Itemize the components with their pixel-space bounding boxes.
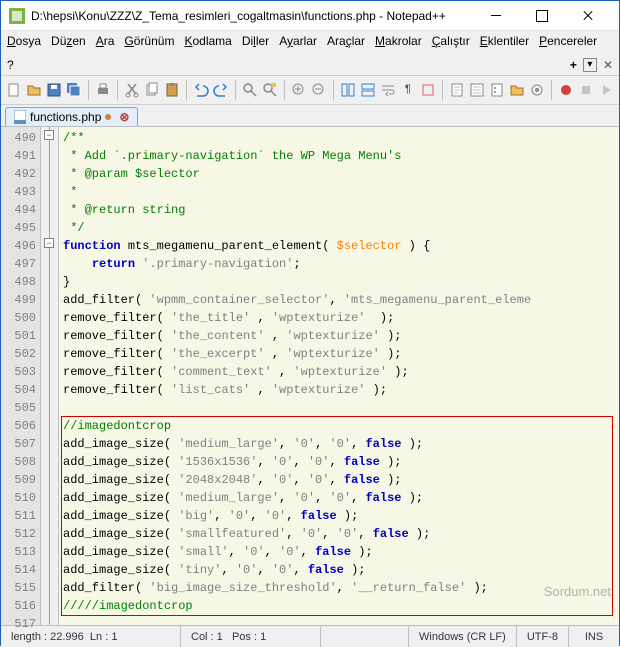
highlight-box — [61, 416, 613, 616]
menu-dropdown[interactable]: ▾ — [583, 58, 597, 72]
zoom-in-button[interactable] — [290, 79, 308, 101]
redo-button[interactable] — [212, 79, 230, 101]
monitor-button[interactable] — [528, 79, 546, 101]
save-all-button[interactable] — [65, 79, 83, 101]
doc-list-button[interactable] — [468, 79, 486, 101]
sync-v-button[interactable] — [339, 79, 357, 101]
tab-close-icon[interactable]: ⊗ — [119, 110, 129, 124]
status-encoding[interactable]: UTF-8 — [517, 626, 569, 647]
paste-button[interactable] — [163, 79, 181, 101]
editor-area[interactable]: 490 491 492 493 494 495 496 497 498 499 … — [1, 127, 619, 625]
status-col: Col : 1 Pos : 1 — [181, 626, 321, 647]
record-macro-button[interactable] — [557, 79, 575, 101]
code-area[interactable]: /** * Add `.primary-navigation` the WP M… — [59, 127, 619, 625]
menu-kodlama[interactable]: Kodlama — [184, 34, 231, 48]
line-numbers: 490 491 492 493 494 495 496 497 498 499 … — [1, 127, 41, 625]
status-spacer — [321, 626, 409, 647]
app-icon — [9, 8, 25, 24]
status-eol[interactable]: Windows (CR LF) — [409, 626, 517, 647]
undo-button[interactable] — [192, 79, 210, 101]
menu-eklentiler[interactable]: Eklentiler — [480, 34, 529, 48]
menu-diller[interactable]: Diller — [242, 34, 269, 48]
tab-bar: functions.php ⊗ — [1, 105, 619, 127]
stop-macro-button[interactable] — [577, 79, 595, 101]
open-file-button[interactable] — [25, 79, 43, 101]
menu-araclar[interactable]: Araçlar — [327, 34, 365, 48]
fold-box-490[interactable]: − — [44, 130, 54, 140]
title-bar: D:\hepsi\Konu\ZZZ\Z_Tema_resimleri_cogal… — [1, 1, 619, 31]
folder-panel-button[interactable] — [508, 79, 526, 101]
cut-button[interactable] — [123, 79, 141, 101]
menu-duzen[interactable]: Düzen — [51, 34, 86, 48]
menu-dosya[interactable]: Dosya — [7, 34, 41, 48]
copy-button[interactable] — [143, 79, 161, 101]
save-button[interactable] — [45, 79, 63, 101]
function-list-button[interactable] — [488, 79, 506, 101]
tab-modified-icon — [105, 114, 111, 120]
zoom-out-button[interactable] — [310, 79, 328, 101]
menu-makrolar[interactable]: Makrolar — [375, 34, 422, 48]
status-bar: length : 22.996 Ln : 1 Col : 1 Pos : 1 W… — [1, 625, 619, 647]
tab-functions[interactable]: functions.php ⊗ — [5, 107, 138, 126]
replace-button[interactable] — [261, 79, 279, 101]
wrap-button[interactable] — [379, 79, 397, 101]
menu-help[interactable]: ? — [7, 58, 14, 72]
play-macro-button[interactable] — [597, 79, 615, 101]
show-chars-button[interactable]: ¶ — [399, 79, 417, 101]
menu-calistir[interactable]: Çalıştır — [432, 34, 470, 48]
file-icon — [14, 110, 26, 124]
minimize-button[interactable] — [473, 1, 519, 31]
menu-bar: Dosya Düzen Ara Görünüm Kodlama Diller A… — [1, 31, 619, 76]
maximize-button[interactable] — [519, 1, 565, 31]
menu-pencereler[interactable]: Pencereler — [539, 34, 597, 48]
menu-plus[interactable]: + — [570, 58, 577, 72]
sync-h-button[interactable] — [359, 79, 377, 101]
menu-ara[interactable]: Ara — [96, 34, 115, 48]
watermark: Sordum.net — [544, 584, 611, 599]
find-button[interactable] — [241, 79, 259, 101]
new-file-button[interactable] — [5, 79, 23, 101]
doc-map-button[interactable] — [448, 79, 466, 101]
menu-ayarlar[interactable]: Ayarlar — [279, 34, 317, 48]
toolbar: ¶ — [1, 76, 619, 105]
status-mode[interactable]: INS — [569, 626, 619, 647]
indent-guide-button[interactable] — [419, 79, 437, 101]
fold-box-496[interactable]: − — [44, 238, 54, 248]
close-button[interactable] — [565, 1, 611, 31]
menu-x[interactable]: ✕ — [603, 58, 613, 72]
menu-gorunum[interactable]: Görünüm — [124, 34, 174, 48]
tab-label: functions.php — [30, 110, 101, 124]
fold-column[interactable]: − − — [41, 127, 59, 625]
print-button[interactable] — [94, 79, 112, 101]
window-title: D:\hepsi\Konu\ZZZ\Z_Tema_resimleri_cogal… — [31, 9, 473, 23]
